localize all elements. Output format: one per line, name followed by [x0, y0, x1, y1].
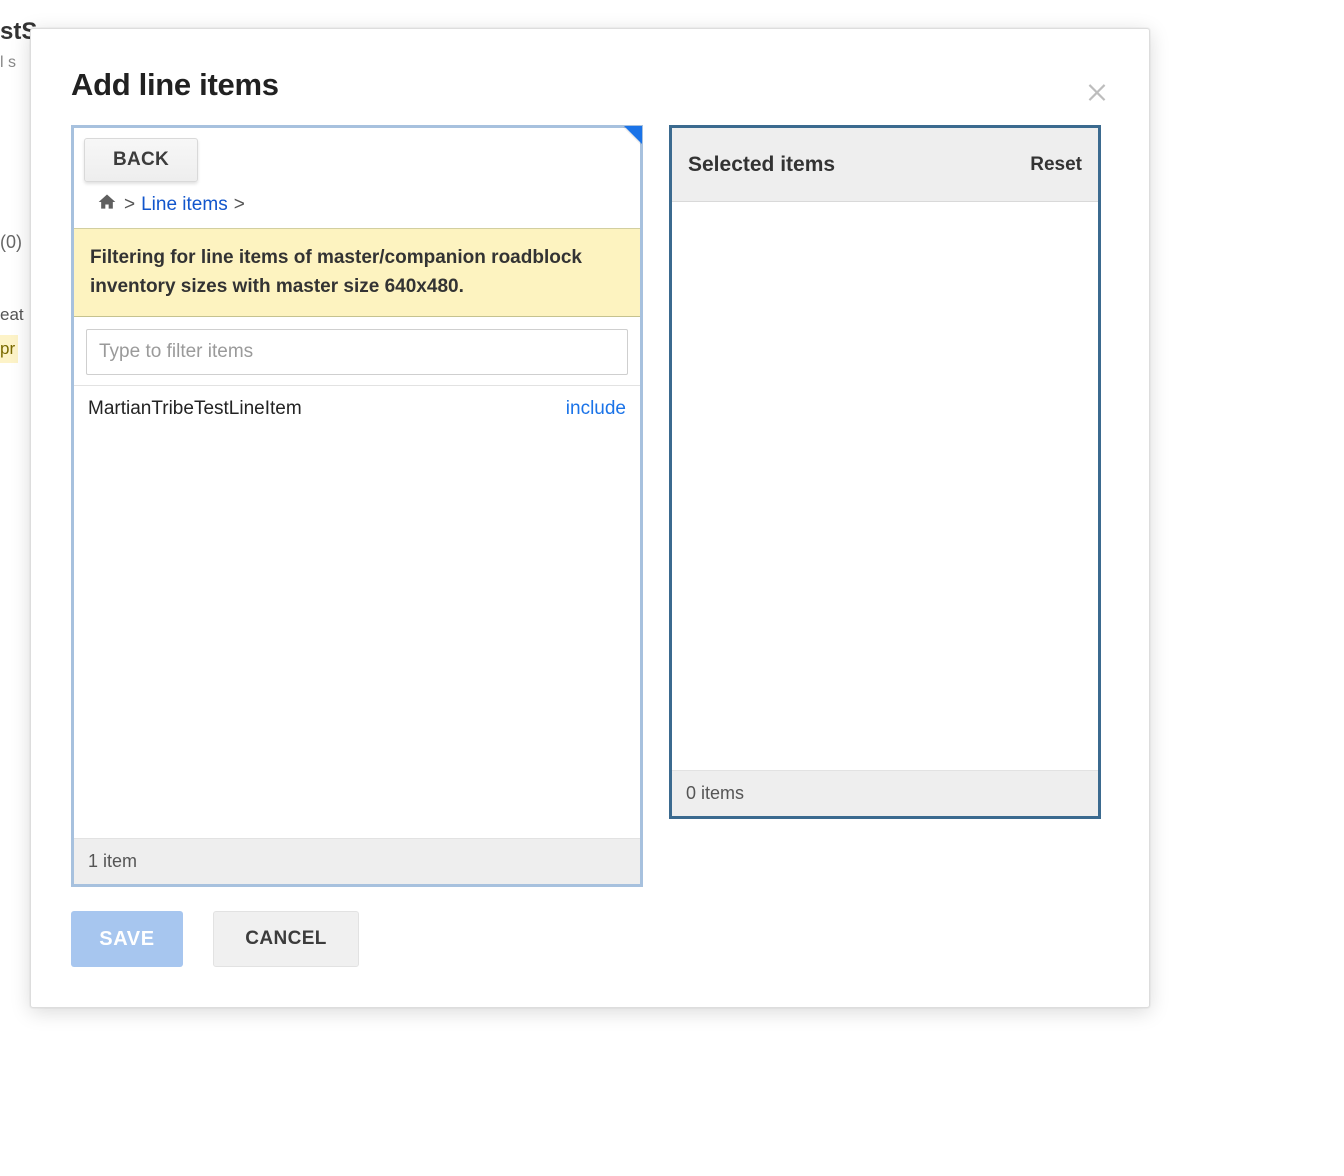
filter-input-container: [74, 317, 640, 386]
breadcrumb: > Line items >: [96, 192, 640, 218]
item-name: MartianTribeTestLineItem: [88, 398, 302, 420]
available-items-list: MartianTribeTestLineItem include: [74, 386, 640, 838]
available-items-panel: BACK > Line items > Filtering for line i…: [71, 125, 643, 887]
selected-items-panel: Selected items Reset 0 items: [669, 125, 1101, 819]
selected-items-count: 0 items: [672, 770, 1098, 816]
reset-link[interactable]: Reset: [1030, 154, 1082, 176]
collapse-corner-icon[interactable]: [624, 126, 642, 144]
close-icon[interactable]: [1083, 77, 1111, 105]
selected-items-header: Selected items Reset: [672, 128, 1098, 202]
selected-items-title: Selected items: [688, 153, 835, 177]
modal-title: Add line items: [71, 67, 1109, 103]
list-item: MartianTribeTestLineItem include: [74, 386, 640, 432]
breadcrumb-sep-trailing: >: [234, 194, 245, 216]
selected-items-body: [672, 202, 1098, 770]
bg-pr-fragment: pr: [0, 335, 18, 363]
cancel-button[interactable]: CANCEL: [213, 911, 359, 967]
filter-banner: Filtering for line items of master/compa…: [74, 228, 640, 317]
back-button[interactable]: BACK: [84, 138, 198, 182]
include-link[interactable]: include: [566, 398, 626, 420]
add-line-items-modal: Add line items BACK > Line items > Filte…: [30, 28, 1150, 1008]
breadcrumb-line-items[interactable]: Line items: [141, 194, 228, 216]
home-icon[interactable]: [96, 192, 118, 218]
save-button[interactable]: SAVE: [71, 911, 183, 967]
available-items-count: 1 item: [74, 838, 640, 884]
filter-input[interactable]: [86, 329, 628, 375]
breadcrumb-sep: >: [124, 194, 135, 216]
modal-actions: SAVE CANCEL: [71, 911, 1109, 967]
